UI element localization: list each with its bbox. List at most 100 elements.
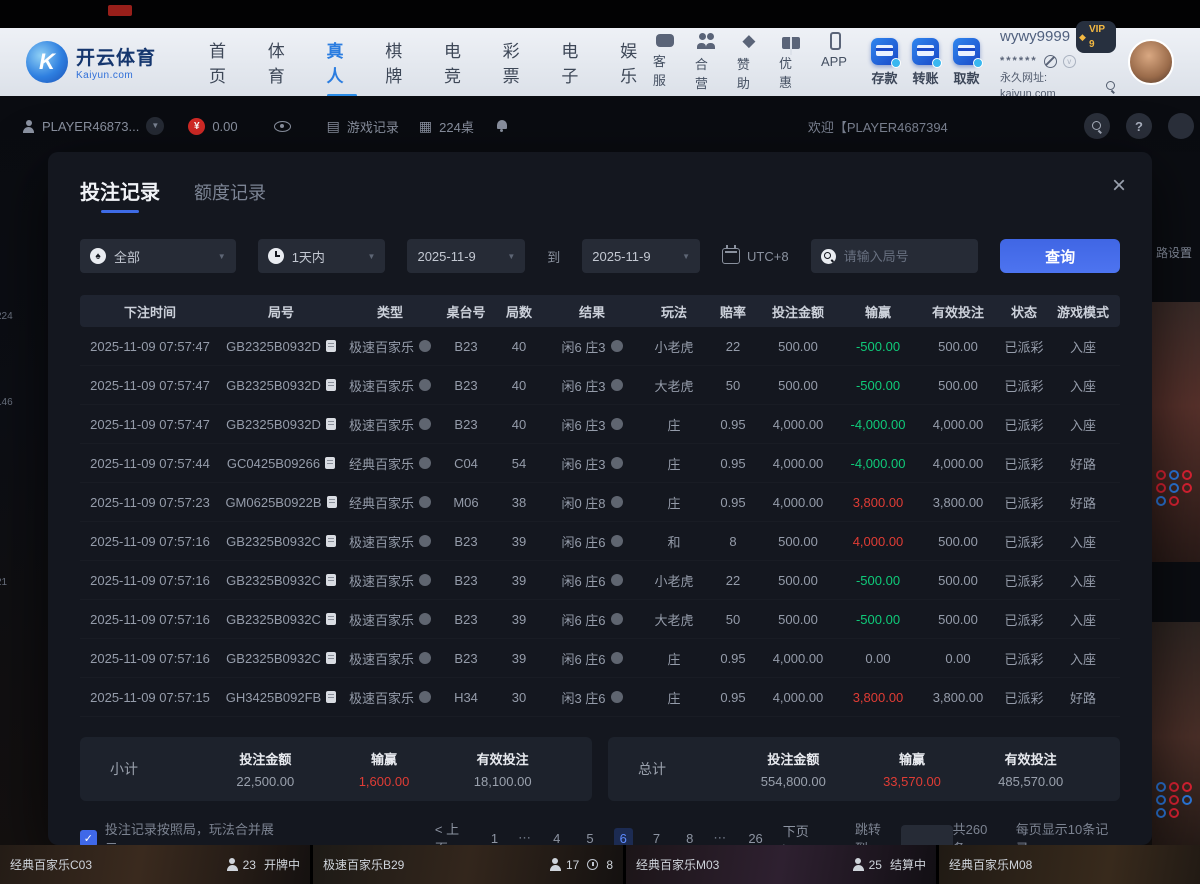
live-table-tile[interactable]: 极速百家乐B29178: [313, 845, 623, 884]
copy-icon[interactable]: [326, 652, 336, 664]
tile-status: 8: [606, 858, 613, 872]
info-icon[interactable]: [611, 613, 623, 625]
nav-item[interactable]: 真人: [325, 31, 359, 93]
info-icon[interactable]: [611, 574, 623, 586]
live-table-tile[interactable]: 经典百家乐M0325结算中: [626, 845, 936, 884]
info-icon[interactable]: [611, 652, 623, 664]
nav-item[interactable]: 棋牌: [384, 31, 418, 93]
balance-eye-icon[interactable]: [274, 121, 291, 132]
date-to-select[interactable]: 2025-11-9 ▼: [582, 239, 700, 273]
search-icon[interactable]: [1105, 80, 1117, 92]
cell-rounds: 39: [494, 651, 544, 666]
copy-icon[interactable]: [326, 535, 336, 547]
wallet-action[interactable]: 取款: [953, 38, 980, 87]
info-icon[interactable]: [419, 574, 431, 586]
date-from-select[interactable]: 2025-11-9 ▼: [407, 239, 525, 273]
info-icon[interactable]: [611, 379, 623, 391]
cell-status-text: 已派彩: [1004, 454, 1043, 473]
subtotal-valid: 18,100.00: [443, 774, 562, 789]
nav-item[interactable]: 体育: [267, 31, 301, 93]
copy-icon[interactable]: [326, 379, 336, 391]
column-header: 输赢: [838, 302, 918, 321]
quick-action[interactable]: APP: [821, 32, 847, 92]
clock-icon: [268, 248, 284, 264]
bell-icon[interactable]: [496, 120, 508, 132]
info-icon[interactable]: [419, 535, 431, 547]
cell-type-text: 经典百家乐: [349, 454, 414, 473]
info-icon[interactable]: [611, 340, 623, 352]
balance-chip[interactable]: ¥ 0.00: [188, 118, 237, 135]
cell-table-text: H34: [454, 690, 478, 705]
close-icon[interactable]: ×: [1112, 174, 1126, 198]
info-icon[interactable]: [419, 691, 431, 703]
info-icon[interactable]: [419, 613, 431, 625]
live-table-tile[interactable]: 经典百家乐C0323开牌中: [0, 845, 310, 884]
cell-rounds-text: 40: [512, 339, 526, 354]
cell-winloss: -4,000.00: [838, 417, 918, 432]
nav-item[interactable]: 电子: [560, 31, 594, 93]
cell-type-text: 极速百家乐: [349, 688, 414, 707]
info-icon[interactable]: [611, 691, 623, 703]
info-icon[interactable]: [419, 418, 431, 430]
cell-winloss-text: -4,000.00: [851, 417, 906, 432]
table-row: 2025-11-09 07:57:47GB2325B0932D极速百家乐B234…: [80, 405, 1120, 444]
info-icon[interactable]: [419, 379, 431, 391]
tab-quota-records[interactable]: 额度记录: [194, 179, 266, 213]
tile-status: 开牌中: [264, 856, 300, 873]
edge-button[interactable]: [1168, 113, 1194, 139]
avatar[interactable]: [1128, 39, 1174, 85]
cell-valid-text: 3,800.00: [933, 690, 984, 705]
column-header: 结果: [544, 302, 640, 321]
info-icon[interactable]: [611, 418, 623, 430]
nav-item[interactable]: 首页: [208, 31, 242, 93]
info-icon[interactable]: [611, 457, 623, 469]
wallet-action[interactable]: 存款: [871, 38, 898, 87]
nav-item[interactable]: 彩票: [502, 31, 536, 93]
copy-icon[interactable]: [325, 457, 335, 469]
quick-action[interactable]: 客服: [653, 32, 677, 92]
game-record-button[interactable]: ▤ 游戏记录: [327, 117, 399, 136]
info-icon[interactable]: [419, 457, 431, 469]
round-search-field[interactable]: [811, 239, 979, 273]
info-icon[interactable]: [419, 340, 431, 352]
brand-logo[interactable]: K 开云体育 Kaiyun.com: [26, 41, 174, 83]
cell-bet-text: 500.00: [778, 612, 818, 627]
round-search-input[interactable]: [844, 249, 969, 264]
nav-item[interactable]: 娱乐: [619, 31, 653, 93]
copy-icon[interactable]: [326, 613, 336, 625]
copy-icon[interactable]: [326, 340, 336, 352]
refresh-circle-icon[interactable]: v: [1063, 55, 1076, 68]
help-button[interactable]: ?: [1126, 113, 1152, 139]
tables-button[interactable]: ▦ 224桌: [419, 117, 474, 136]
roadmap-dots: [1156, 470, 1200, 506]
info-icon[interactable]: [419, 496, 431, 508]
category-select[interactable]: ♠ 全部 ▼: [80, 239, 236, 273]
info-icon[interactable]: [419, 652, 431, 664]
copy-icon[interactable]: [326, 418, 336, 430]
info-icon[interactable]: [611, 535, 623, 547]
range-select[interactable]: 1天内 ▼: [258, 239, 386, 273]
cell-bet-text: 500.00: [778, 378, 818, 393]
merge-checkbox[interactable]: ✓: [80, 830, 97, 847]
copy-icon[interactable]: [326, 574, 336, 586]
info-icon[interactable]: [611, 496, 623, 508]
wallet-action[interactable]: 转账: [912, 38, 939, 87]
nav-item[interactable]: 电竞: [443, 31, 477, 93]
copy-icon[interactable]: [327, 496, 337, 508]
cell-table-text: B23: [454, 339, 477, 354]
lobby-search-button[interactable]: [1084, 113, 1110, 139]
cell-valid-text: 3,800.00: [933, 495, 984, 510]
quick-action[interactable]: ◆赞助: [737, 32, 761, 92]
copy-icon[interactable]: [326, 691, 336, 703]
cell-type: 极速百家乐: [342, 337, 438, 356]
live-table-tile[interactable]: 经典百家乐M082: [939, 845, 1200, 884]
cell-play-text: 庄: [667, 688, 680, 707]
eye-off-icon[interactable]: [1044, 55, 1057, 68]
player-chip[interactable]: PLAYER46873... ▼: [22, 117, 164, 135]
quick-action[interactable]: 优惠: [779, 32, 803, 92]
query-button[interactable]: 查询: [1000, 239, 1120, 273]
quick-action[interactable]: 合营: [695, 32, 719, 92]
tab-bet-records[interactable]: 投注记录: [80, 176, 160, 213]
cell-odds-text: 0.95: [720, 456, 745, 471]
cell-bet: 500.00: [758, 573, 838, 588]
